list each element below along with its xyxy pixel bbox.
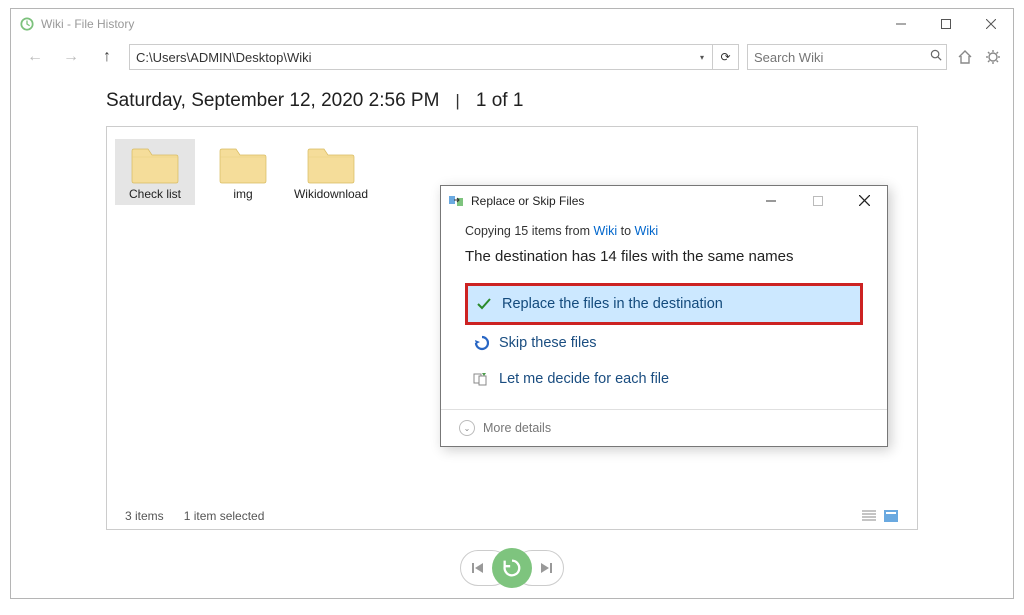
destination-link[interactable]: Wiki — [635, 224, 659, 238]
copy-progress-line: Copying 15 items from Wiki to Wiki — [465, 224, 863, 238]
conflict-message: The destination has 14 files with the sa… — [465, 248, 863, 265]
address-row: ← → ↑ C:\Users\ADMIN\Desktop\Wiki ▾ ⟳ — [11, 39, 1013, 75]
status-bar: 3 items 1 item selected — [115, 503, 909, 529]
folder-label: Wikidownload — [294, 187, 368, 201]
window-controls — [878, 9, 1013, 39]
folder-icon — [306, 143, 356, 185]
dialog-icon — [449, 194, 465, 208]
replace-skip-dialog: Replace or Skip Files Copying 15 items f… — [440, 185, 888, 447]
bottom-nav — [11, 540, 1013, 598]
folder-label: Check list — [129, 187, 181, 201]
chevron-down-icon[interactable]: ⌄ — [459, 420, 475, 436]
folder-item[interactable]: Wikidownload — [291, 139, 371, 205]
dialog-body: Copying 15 items from Wiki to Wiki The d… — [441, 216, 887, 409]
option-replace[interactable]: Replace the files in the destination — [465, 283, 863, 325]
selected-count: 1 item selected — [184, 509, 265, 523]
back-button[interactable]: ← — [21, 45, 49, 69]
restore-button[interactable] — [492, 548, 532, 588]
maximize-button[interactable] — [923, 9, 968, 39]
home-icon[interactable] — [955, 47, 975, 67]
folder-icon — [218, 143, 268, 185]
view-large-icon[interactable] — [883, 509, 899, 523]
dialog-close-button[interactable] — [843, 186, 885, 216]
dialog-footer: ⌄ More details — [441, 409, 887, 446]
refresh-button[interactable]: ⟳ — [712, 45, 738, 69]
restore-icon — [501, 557, 523, 579]
check-icon — [476, 296, 492, 312]
minimize-button[interactable] — [878, 9, 923, 39]
dialog-titlebar: Replace or Skip Files — [441, 186, 887, 216]
folder-label: img — [233, 187, 252, 201]
folder-item[interactable]: Check list — [115, 139, 195, 205]
skip-icon — [473, 335, 489, 351]
source-link[interactable]: Wiki — [594, 224, 618, 238]
view-details-icon[interactable] — [861, 509, 877, 523]
folder-icon — [130, 143, 180, 185]
more-details-link[interactable]: More details — [483, 421, 551, 435]
option-skip-label: Skip these files — [499, 335, 597, 351]
app-icon — [19, 16, 35, 32]
dialog-maximize-button[interactable] — [797, 186, 839, 216]
history-header: Saturday, September 12, 2020 2:56 PM | 1… — [106, 90, 918, 112]
view-mode-buttons — [861, 509, 899, 523]
item-count: 3 items — [125, 509, 164, 523]
address-dropdown-icon[interactable]: ▾ — [692, 45, 712, 69]
option-decide[interactable]: Let me decide for each file — [465, 361, 863, 397]
option-decide-label: Let me decide for each file — [499, 371, 669, 387]
window-title: Wiki - File History — [41, 17, 878, 31]
forward-button[interactable]: → — [57, 45, 85, 69]
search-input[interactable] — [754, 50, 930, 65]
search-icon[interactable] — [930, 49, 943, 65]
address-path[interactable]: C:\Users\ADMIN\Desktop\Wiki — [130, 50, 692, 65]
history-timestamp: Saturday, September 12, 2020 2:56 PM — [106, 90, 439, 112]
up-button[interactable]: ↑ — [93, 45, 121, 69]
settings-icon[interactable] — [983, 47, 1003, 67]
dialog-minimize-button[interactable] — [750, 186, 792, 216]
prev-version-icon — [471, 562, 485, 574]
option-replace-label: Replace the files in the destination — [502, 296, 723, 312]
dialog-title: Replace or Skip Files — [471, 194, 750, 208]
folder-item[interactable]: img — [203, 139, 283, 205]
decide-icon — [473, 371, 489, 387]
close-button[interactable] — [968, 9, 1013, 39]
address-bar[interactable]: C:\Users\ADMIN\Desktop\Wiki ▾ ⟳ — [129, 44, 739, 70]
history-page: 1 of 1 — [476, 90, 524, 112]
next-version-icon — [539, 562, 553, 574]
titlebar: Wiki - File History — [11, 9, 1013, 39]
header-separator: | — [455, 91, 459, 111]
option-skip[interactable]: Skip these files — [465, 325, 863, 361]
search-box[interactable] — [747, 44, 947, 70]
